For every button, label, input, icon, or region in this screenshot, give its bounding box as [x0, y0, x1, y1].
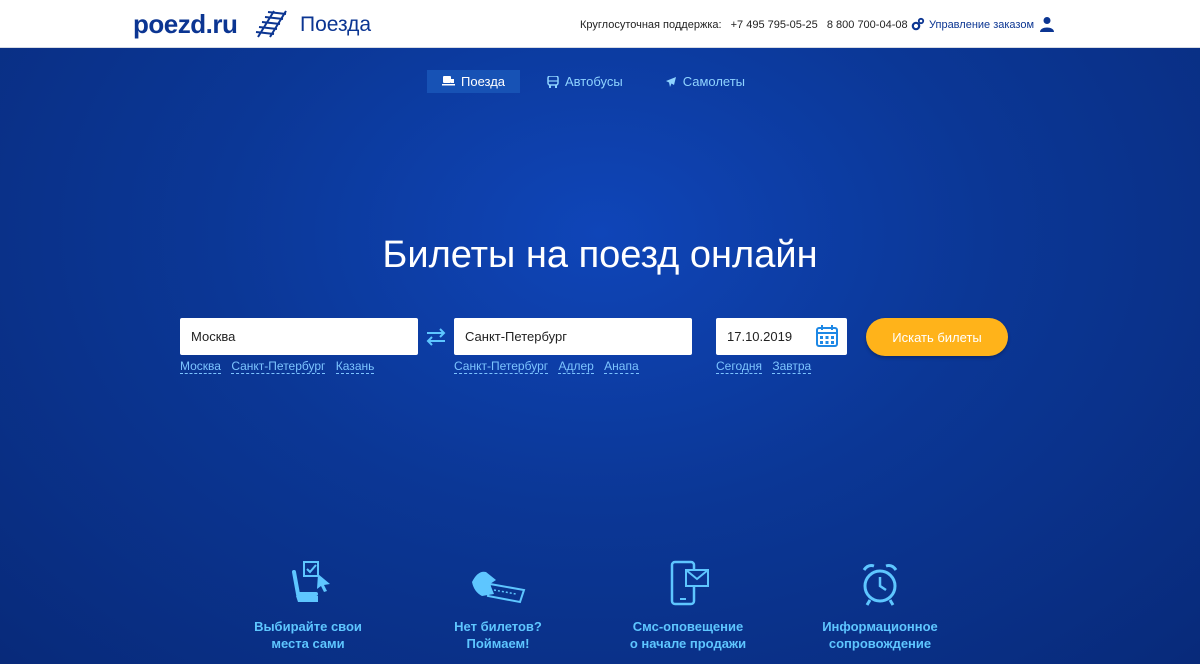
- rails-logo-icon: [255, 10, 287, 38]
- from-quick-links: Москва Санкт-Петербург Казань: [180, 359, 381, 374]
- feature-ticket-catch: Нет билетов? Поймаем!: [408, 560, 588, 652]
- calendar-icon[interactable]: [815, 324, 839, 348]
- support-info: Круглосуточная поддержка: +7 495 795-05-…: [580, 19, 914, 31]
- seat-select-icon: [292, 561, 330, 602]
- tab-label: Самолеты: [682, 74, 746, 89]
- alarm-clock-icon: [862, 564, 898, 606]
- feature-line: Поймаем!: [466, 636, 530, 651]
- tab-label: Автобусы: [565, 74, 623, 89]
- train-icon: [442, 76, 455, 86]
- quick-link-anapa[interactable]: Анапа: [604, 359, 639, 374]
- feature-line: Нет билетов?: [454, 619, 542, 634]
- to-station-input[interactable]: [454, 318, 692, 355]
- from-station-input[interactable]: [180, 318, 418, 355]
- feature-line: Смс-оповещение: [632, 619, 744, 634]
- gears-icon: [911, 17, 925, 31]
- swap-stations-icon[interactable]: [424, 327, 448, 347]
- support-phone-1[interactable]: +7 495 795-05-25: [731, 19, 818, 31]
- tab-label: Поезда: [461, 74, 506, 89]
- date-quick-links: Сегодня Завтра: [716, 359, 818, 374]
- support-phone-2[interactable]: 8 800 700-04-08: [827, 19, 908, 31]
- feature-seat-select: Выбирайте свои места сами: [218, 560, 398, 652]
- support-label: Круглосуточная поддержка:: [580, 19, 722, 31]
- page-headline: Билеты на поезд онлайн: [382, 234, 818, 276]
- feature-line: места сами: [271, 636, 345, 651]
- hero-section: Поезда Автобусы Самолеты Билеты на поезд…: [0, 48, 1200, 664]
- tab-buses[interactable]: Автобусы: [532, 70, 638, 93]
- feature-line: Выбирайте свои: [254, 619, 362, 634]
- quick-link-spb[interactable]: Санкт-Петербург: [454, 359, 549, 374]
- quick-link-moscow[interactable]: Москва: [180, 359, 221, 374]
- manage-order-link[interactable]: Управление заказом: [911, 17, 1034, 31]
- feature-line: Информационное: [822, 619, 938, 634]
- tab-planes[interactable]: Самолеты: [650, 70, 760, 93]
- to-quick-links: Санкт-Петербург Адлер Анапа: [454, 359, 646, 374]
- feature-line: сопровождение: [828, 636, 932, 651]
- bus-icon: [547, 75, 559, 88]
- feature-sms: Смс-оповещение о начале продажи: [598, 560, 778, 652]
- feature-line: о начале продажи: [629, 636, 747, 651]
- plane-icon: [665, 76, 676, 87]
- quick-link-today[interactable]: Сегодня: [716, 359, 762, 374]
- search-tickets-button[interactable]: Искать билеты: [866, 318, 1008, 356]
- logo[interactable]: poezd.ru: [133, 9, 238, 40]
- section-title: Поезда: [300, 13, 372, 36]
- site-header: poezd.ru Поезда Круглосуточная поддержка…: [0, 0, 1200, 48]
- manage-order-label: Управление заказом: [929, 19, 1035, 31]
- transport-tabs: Поезда Автобусы Самолеты: [427, 70, 772, 93]
- user-icon[interactable]: [1039, 16, 1055, 32]
- ticket-catch-icon: [472, 571, 526, 604]
- quick-link-spb[interactable]: Санкт-Петербург: [231, 359, 326, 374]
- quick-link-kazan[interactable]: Казань: [335, 359, 375, 374]
- quick-link-tomorrow[interactable]: Завтра: [772, 359, 812, 374]
- feature-info-support: Информационное сопровождение: [790, 560, 970, 652]
- tab-trains[interactable]: Поезда: [427, 70, 521, 93]
- sms-phone-icon: [670, 560, 709, 606]
- quick-link-adler[interactable]: Адлер: [558, 359, 594, 374]
